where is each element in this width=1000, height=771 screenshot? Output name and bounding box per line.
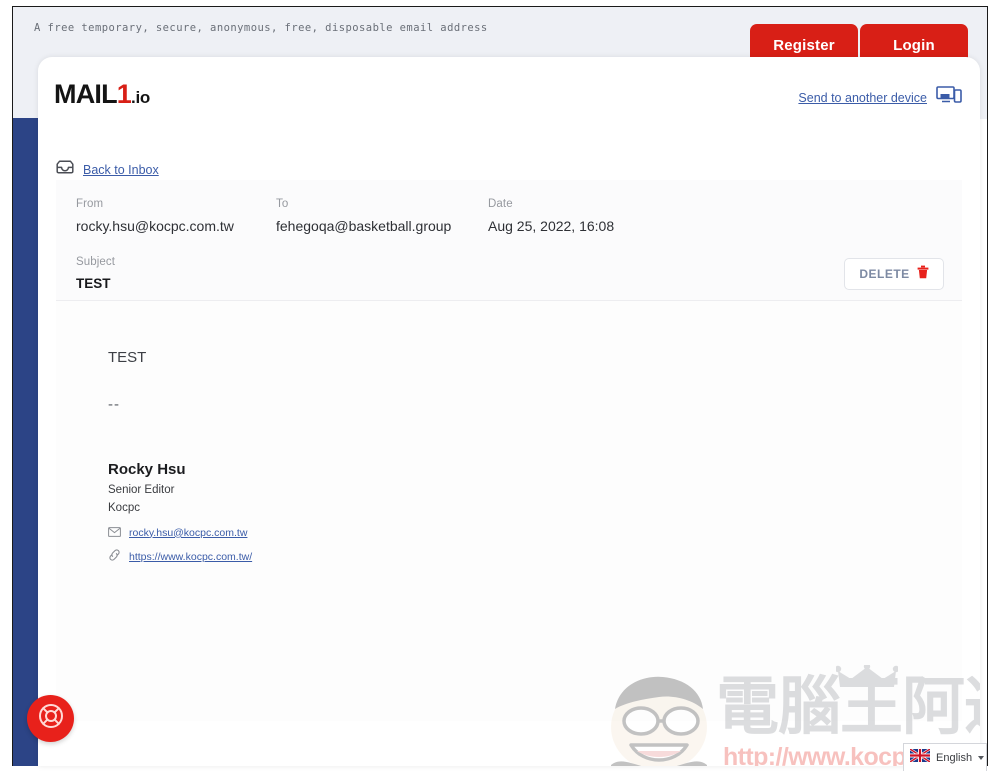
chevron-down-icon <box>978 755 985 760</box>
body-text-line-1: TEST <box>108 349 147 366</box>
link-icon <box>108 548 121 566</box>
signature-title: Senior Editor <box>108 484 175 496</box>
email-signature: Rocky Hsu Senior Editor Kocpc rocky.hsu@… <box>108 461 428 566</box>
brand-logo[interactable]: MAIL1.io <box>54 79 150 110</box>
from-value: rocky.hsu@kocpc.com.tw <box>76 218 234 234</box>
browser-page-frame: A free temporary, secure, anonymous, fre… <box>0 0 1000 771</box>
support-widget-button[interactable] <box>27 695 74 742</box>
left-blue-rail <box>13 118 39 766</box>
signature-email-row[interactable]: rocky.hsu@kocpc.com.tw <box>108 524 428 542</box>
send-to-another-device-label: Send to another device <box>798 90 927 105</box>
trash-icon <box>917 265 929 284</box>
card-header: MAIL1.io Send to another device <box>38 57 980 132</box>
meta-field-from: From rocky.hsu@kocpc.com.tw <box>76 198 276 234</box>
frame-border-right <box>987 6 988 766</box>
signature-email-link: rocky.hsu@kocpc.com.tw <box>129 526 248 539</box>
signature-org: Kocpc <box>108 501 140 514</box>
message-body: TEST -- Rocky Hsu Senior Editor Kocpc ro… <box>56 301 962 721</box>
from-label: From <box>76 198 104 210</box>
signature-website-row[interactable]: https://www.kocpc.com.tw/ <box>108 548 428 566</box>
message-meta-row: From rocky.hsu@kocpc.com.tw To fehegoqa@… <box>76 198 708 234</box>
to-label: To <box>276 198 289 210</box>
app-card: MAIL1.io Send to another device Back to … <box>38 57 980 766</box>
meta-field-subject: Subject TEST <box>76 256 115 291</box>
message-meta-panel: From rocky.hsu@kocpc.com.tw To fehegoqa@… <box>56 180 962 301</box>
to-value: fehegoqa@basketball.group <box>276 218 452 234</box>
envelope-icon <box>108 524 121 542</box>
back-to-inbox-label: Back to Inbox <box>83 162 159 177</box>
devices-icon <box>936 85 962 110</box>
send-to-another-device-link[interactable]: Send to another device <box>798 85 962 110</box>
signature-name: Rocky Hsu <box>108 461 186 478</box>
date-label: Date <box>488 198 513 210</box>
uk-flag-icon <box>909 747 931 767</box>
site-tagline: A free temporary, secure, anonymous, fre… <box>34 22 488 34</box>
lifebuoy-icon <box>38 703 64 734</box>
brand-logo-io: .io <box>131 88 150 107</box>
inbox-tray-icon <box>56 160 74 179</box>
subject-value: TEST <box>76 276 111 291</box>
subject-label: Subject <box>76 256 116 268</box>
brand-logo-one: 1 <box>116 79 132 109</box>
date-value: Aug 25, 2022, 16:08 <box>488 218 615 234</box>
meta-field-date: Date Aug 25, 2022, 16:08 <box>488 198 708 234</box>
meta-field-to: To fehegoqa@basketball.group <box>276 198 488 234</box>
delete-button[interactable]: DELETE <box>844 258 944 290</box>
signature-website-link: https://www.kocpc.com.tw/ <box>129 550 253 563</box>
language-selector[interactable]: English <box>903 743 987 771</box>
back-to-inbox-link[interactable]: Back to Inbox <box>56 160 159 179</box>
brand-logo-mail: MAIL <box>54 79 118 109</box>
language-selected-label: English <box>936 751 973 764</box>
delete-button-label: DELETE <box>859 267 910 281</box>
body-text-line-2: -- <box>108 396 120 413</box>
